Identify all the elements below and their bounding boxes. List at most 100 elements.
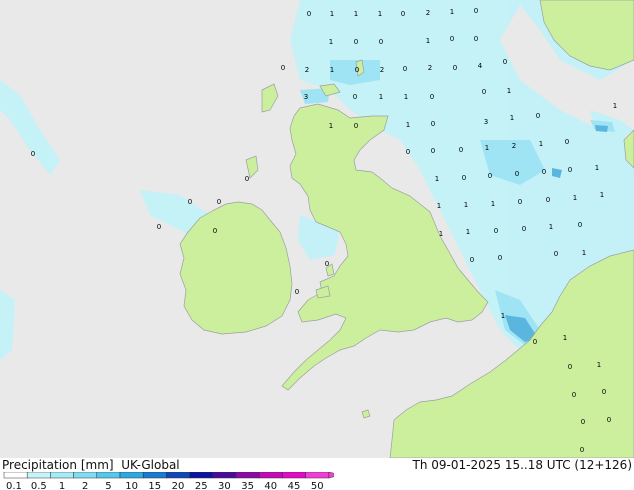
precip-value-label: 0 (325, 260, 329, 268)
scale-swatch (3, 472, 28, 479)
precip-value-label: 0 (518, 198, 522, 206)
scale-tick-label: 0.1 (6, 481, 22, 490)
scale-swatch (96, 472, 121, 479)
precip-value-label: 0 (536, 112, 540, 120)
precip-value-label: 0 (354, 122, 358, 130)
precip-value-label: 1 (437, 202, 441, 210)
precip-value-label: 0 (581, 418, 585, 426)
scale-swatch (189, 472, 214, 479)
precip-value-label: 1 (600, 191, 604, 199)
precipitation-color-scale: 0.1 0.5 1 2 5 10 15 20 25 30 35 40 45 50 (3, 472, 334, 490)
precip-value-label: 0 (379, 38, 383, 46)
precip-value-label: 0 (459, 146, 463, 154)
precip-value-label: 0 (431, 147, 435, 155)
precip-value-label: 4 (478, 62, 483, 70)
precip-value-label: 0 (515, 170, 519, 178)
scale-tick-label: 20 (172, 481, 185, 490)
precip-value-label: 0 (494, 227, 498, 235)
precip-value-label: 2 (512, 142, 516, 150)
scale-tick-label: 35 (241, 481, 254, 490)
precip-value-label: 2 (380, 66, 384, 74)
precip-value-label: 1 (573, 194, 577, 202)
precip-value-label: 3 (484, 118, 488, 126)
precip-value-label: 1 (491, 200, 495, 208)
precip-value-label: 0 (406, 148, 410, 156)
precip-value-label: 1 (330, 66, 334, 74)
scale-swatch (26, 472, 51, 479)
precip-value-label: 1 (466, 228, 470, 236)
precip-value-label: 0 (568, 363, 572, 371)
scale-tick-label: 2 (82, 481, 88, 490)
precip-value-label: 0 (245, 175, 249, 183)
precip-value-label: 1 (549, 223, 553, 231)
precip-value-label: 0 (354, 38, 358, 46)
scale-swatch (119, 472, 144, 479)
scale-tick-label: 45 (288, 481, 301, 490)
precip-value-label: 0 (565, 138, 569, 146)
precip-value-label: 0 (355, 66, 359, 74)
precip-value-label: 0 (401, 10, 405, 18)
precip-value-label: 0 (157, 223, 161, 231)
scale-tick-label: 5 (105, 481, 111, 490)
precip-value-label: 0 (533, 338, 537, 346)
precip-value-label: 0 (295, 288, 299, 296)
precip-value-label: 1 (329, 38, 333, 46)
scale-tick-label: 0.5 (31, 481, 47, 490)
scale-tick-label: 50 (311, 481, 324, 490)
precip-value-label: 1 (595, 164, 599, 172)
precip-value-label: 0 (554, 250, 558, 258)
scale-tick-label: 10 (125, 481, 138, 490)
precip-value-label: 0 (213, 227, 217, 235)
precip-value-label: 0 (450, 35, 454, 43)
scale-swatch (142, 472, 167, 479)
scale-tick-label: 25 (195, 481, 208, 490)
scale-swatch (258, 472, 283, 479)
precip-value-label: 0 (522, 225, 526, 233)
precip-value-label: 1 (354, 10, 358, 18)
scale-tick-label: 30 (218, 481, 231, 490)
precip-value-label: 0 (542, 168, 546, 176)
scale-swatch (212, 472, 237, 479)
precip-value-label: 1 (539, 140, 543, 148)
precip-value-label: 0 (482, 88, 486, 96)
precip-value-label: 0 (568, 166, 572, 174)
scale-swatch (305, 472, 330, 479)
precip-value-label: 1 (485, 144, 489, 152)
scale-tick-label: 1 (59, 481, 65, 490)
precip-value-label: 1 (507, 87, 511, 95)
precip-value-label: 0 (602, 388, 606, 396)
precip-value-label: 0 (470, 256, 474, 264)
precip-value-label: 0 (503, 58, 507, 66)
scale-swatch (235, 472, 260, 479)
precip-value-label: 1 (330, 10, 334, 18)
precip-value-label: 2 (426, 9, 430, 17)
precip-value-label: 0 (217, 198, 221, 206)
precip-value-label: 0 (474, 7, 478, 15)
precip-value-label: 0 (607, 416, 611, 424)
precip-value-label: 0 (462, 174, 466, 182)
precip-value-label: 0 (453, 64, 457, 72)
precip-value-label: 2 (305, 66, 309, 74)
precip-value-label: 1 (597, 361, 601, 369)
precip-value-label: 1 (501, 312, 505, 320)
precip-value-label: 1 (582, 249, 586, 257)
precip-value-label: 1 (464, 201, 468, 209)
scale-swatch (282, 472, 306, 479)
precip-value-label: 0 (488, 172, 492, 180)
precip-value-label: 0 (307, 10, 311, 18)
scale-swatch (50, 472, 74, 479)
scale-arrow (328, 472, 334, 479)
precip-value-label: 1 (378, 10, 382, 18)
scale-swatch (166, 472, 190, 479)
scale-tick-label: 40 (264, 481, 277, 490)
precip-value-label: 0 (572, 391, 576, 399)
product-title: Precipitation [mm] UK-Global (2, 458, 180, 472)
precip-value-label: 0 (430, 93, 434, 101)
precip-value-label: 1 (329, 122, 333, 130)
scale-swatch (73, 472, 98, 479)
precip-value-label: 1 (406, 121, 410, 129)
precip-value-label: 1 (404, 93, 408, 101)
scale-tick-label: 15 (148, 481, 161, 490)
precip-value-label: 0 (431, 120, 435, 128)
precip-value-label: 3 (304, 93, 308, 101)
